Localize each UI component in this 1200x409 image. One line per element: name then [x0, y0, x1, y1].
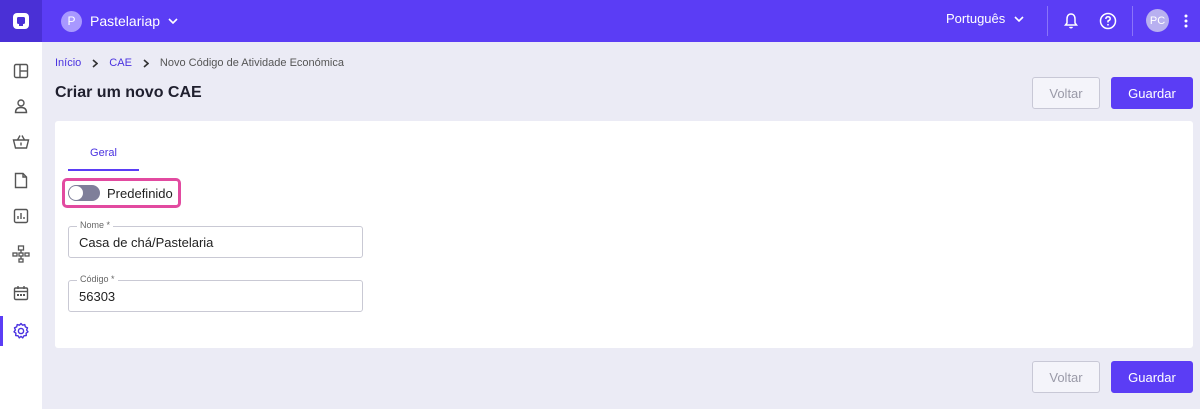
chart-icon: [13, 208, 29, 224]
sidebar-item-reports[interactable]: [0, 201, 42, 231]
toggle-label: Predefinido: [107, 185, 173, 201]
bell-icon[interactable]: [1060, 10, 1082, 32]
name-field-label: Nome *: [77, 220, 114, 230]
save-button[interactable]: Guardar: [1111, 77, 1193, 109]
chevron-down-icon: [1014, 15, 1024, 22]
toggle-switch[interactable]: [68, 185, 100, 201]
code-field-label: Código *: [77, 274, 118, 284]
layout-icon: [13, 63, 29, 79]
page-title: Criar um novo CAE: [55, 84, 202, 101]
toggle-knob: [69, 186, 83, 200]
user-avatar[interactable]: PC: [1146, 9, 1169, 32]
company-avatar: P: [61, 10, 82, 32]
topbar-divider: [1132, 6, 1133, 36]
name-field[interactable]: Nome * Casa de chá/Pastelaria: [68, 220, 363, 258]
sidebar-item-dashboard[interactable]: [0, 56, 42, 86]
company-name: Pastelariap: [90, 13, 161, 29]
top-bar: P Pastelariap Português PC: [0, 0, 1200, 42]
sidebar-item-users[interactable]: [0, 91, 42, 121]
form-card: Geral Predefinido Nome * Casa de chá/Pas…: [55, 121, 1193, 348]
chevron-right-icon: [92, 58, 99, 68]
default-toggle[interactable]: Predefinido: [62, 178, 181, 208]
help-icon[interactable]: [1097, 10, 1119, 32]
sidebar-item-settings[interactable]: [0, 316, 42, 346]
code-field-value: 56303: [79, 289, 116, 304]
name-field-value: Casa de chá/Pastelaria: [79, 235, 214, 250]
save-button-bottom[interactable]: Guardar: [1111, 361, 1193, 393]
sidebar-item-structure[interactable]: [0, 239, 42, 269]
document-icon: [14, 172, 28, 188]
topbar-divider: [1047, 6, 1048, 36]
app-logo[interactable]: [0, 0, 42, 42]
breadcrumb-cae-link[interactable]: CAE: [109, 57, 132, 69]
chevron-down-icon: [168, 18, 178, 24]
breadcrumb-current: Novo Código de Atividade Económica: [159, 57, 344, 69]
sidebar-item-sales[interactable]: [0, 127, 42, 157]
breadcrumb-home-link[interactable]: Início: [55, 57, 81, 69]
basket-icon: [12, 135, 30, 149]
calendar-icon: [13, 286, 29, 301]
user-icon: [14, 99, 28, 114]
breadcrumb: Início CAE Novo Código de Atividade Econ…: [55, 57, 344, 69]
language-label: Português: [946, 11, 1006, 26]
hierarchy-icon: [12, 245, 30, 263]
sidebar-item-documents[interactable]: [0, 165, 42, 195]
settings-icon: [13, 322, 29, 339]
company-selector[interactable]: P Pastelariap: [61, 9, 178, 33]
more-vertical-icon[interactable]: [1180, 11, 1192, 31]
logo-icon: [13, 13, 29, 29]
tab-general[interactable]: Geral: [68, 138, 139, 171]
back-button[interactable]: Voltar: [1032, 77, 1100, 109]
code-field[interactable]: Código * 56303: [68, 274, 363, 312]
chevron-right-icon: [143, 58, 149, 68]
sidebar-item-calendar[interactable]: [0, 278, 42, 308]
back-button-bottom[interactable]: Voltar: [1032, 361, 1100, 393]
language-selector[interactable]: Português: [946, 11, 1024, 26]
sidebar: [0, 42, 42, 409]
